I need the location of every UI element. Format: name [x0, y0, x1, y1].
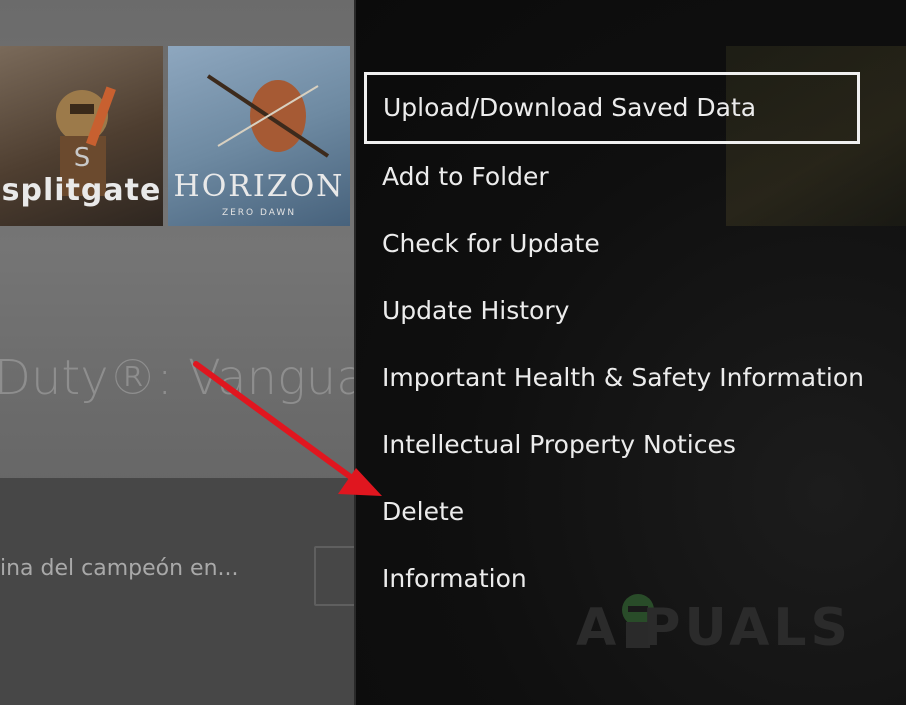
watermark-text: A PUALS: [576, 598, 852, 658]
news-button[interactable]: [314, 546, 354, 606]
horizon-logo: HORIZON: [173, 169, 345, 204]
menu-item-health-safety-info[interactable]: Important Health & Safety Information: [382, 363, 864, 393]
news-panel: [0, 478, 354, 705]
game-tile-splitgate[interactable]: S splitgate: [0, 46, 163, 226]
menu-item-delete[interactable]: Delete: [382, 497, 464, 527]
svg-text:S: S: [74, 143, 91, 173]
menu-item-information[interactable]: Information: [382, 564, 527, 594]
selected-game-title: Duty®: Vanguar: [0, 350, 354, 406]
splitgate-logo: splitgate: [1, 173, 162, 208]
menu-item-add-to-folder[interactable]: Add to Folder: [382, 162, 549, 192]
news-headline: ina del campeón en...: [0, 556, 239, 581]
menu-item-update-history[interactable]: Update History: [382, 296, 569, 326]
menu-item-intellectual-property[interactable]: Intellectual Property Notices: [382, 430, 736, 460]
horizon-sublogo: ZERO DAWN: [221, 208, 297, 218]
menu-item-check-for-update[interactable]: Check for Update: [382, 229, 600, 259]
game-tile-horizon[interactable]: HORIZON ZERO DAWN: [168, 46, 350, 226]
menu-item-upload-download-saved-data[interactable]: Upload/Download Saved Data: [364, 72, 860, 144]
home-screen-background: S splitgate HORIZON ZERO DAWN Duty®: Van…: [0, 0, 354, 705]
